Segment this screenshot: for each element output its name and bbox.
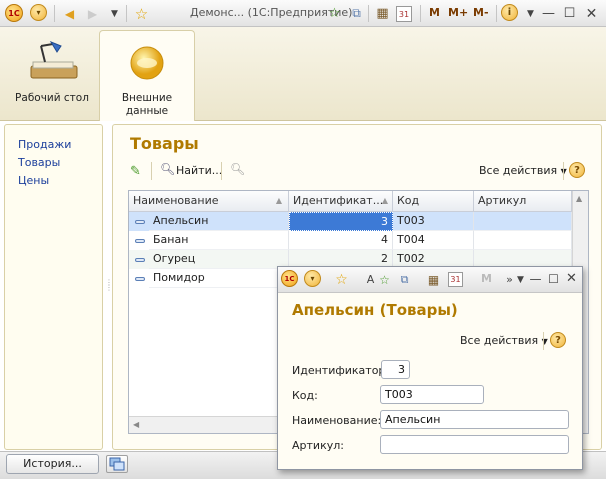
external-data-icon	[130, 46, 164, 80]
back-arrow-icon[interactable]: ◀	[60, 4, 79, 23]
cell-id[interactable]: 3	[289, 212, 393, 231]
link-icon[interactable]: ⧉	[347, 4, 366, 23]
left-navigation-panel: Продажи Товары Цены	[4, 124, 103, 450]
calculator-icon[interactable]: ▦	[424, 270, 443, 289]
history-dropdown-icon[interactable]: ▼	[105, 4, 124, 23]
cancel-search-icon[interactable]: 🔍︎	[230, 162, 245, 176]
forward-arrow-icon[interactable]: ▶	[83, 4, 102, 23]
all-actions-label: Все действия	[479, 164, 558, 177]
minimize-icon[interactable]: —	[526, 269, 545, 288]
cell-code: Т003	[393, 212, 474, 231]
section-external-data-label: Внешние данные	[121, 92, 173, 117]
1c-logo-icon[interactable]: 1С	[281, 270, 298, 287]
minimize-icon[interactable]: —	[539, 4, 558, 23]
code-field[interactable]	[380, 385, 484, 404]
cell-name: Помидор	[149, 269, 289, 288]
memory-m-button[interactable]: M	[429, 6, 440, 19]
section-external-data[interactable]	[128, 44, 168, 84]
favorites-star-icon[interactable]: ☆	[332, 270, 351, 289]
info-icon[interactable]: i	[501, 4, 518, 21]
article-label: Артикул:	[292, 439, 344, 452]
help-icon[interactable]: ?	[569, 162, 585, 178]
history-button[interactable]: История...	[6, 454, 99, 474]
item-form-title: Апельсин (Товары)	[292, 301, 458, 319]
name-field[interactable]	[380, 410, 569, 429]
memory-mminus-button[interactable]: M-	[473, 6, 489, 19]
column-header-id[interactable]: Идентификат... ▲	[289, 191, 393, 212]
item-icon	[135, 277, 145, 281]
sort-icon: ▲	[275, 196, 282, 205]
add-favorite-icon[interactable]: ☆	[375, 270, 394, 289]
form-menu-icon[interactable]: ▾	[304, 270, 321, 287]
id-field[interactable]	[381, 360, 410, 379]
cell-name: Банан	[149, 231, 289, 250]
memory-mplus-button[interactable]: M+	[448, 6, 468, 19]
nav-item-prices[interactable]: Цены	[18, 174, 49, 187]
form-all-actions-label: Все действия	[460, 334, 539, 347]
item-icon	[135, 258, 145, 262]
cell-code: Т004	[393, 231, 474, 250]
nav-item-sales[interactable]: Продажи	[18, 138, 71, 151]
edit-pencil-icon[interactable]: ✎	[130, 164, 141, 179]
cell-article	[474, 231, 572, 250]
favorites-star-icon[interactable]: ☆	[132, 4, 151, 23]
maximize-icon[interactable]: ☐	[544, 269, 563, 288]
cell-id: 4	[289, 231, 393, 250]
desk-lamp-icon	[30, 40, 78, 79]
code-label: Код:	[292, 389, 318, 402]
cell-name: Апельсин	[149, 212, 289, 231]
name-label: Наименование:	[292, 414, 382, 427]
section-desktop[interactable]	[27, 40, 83, 84]
windows-list-button[interactable]	[106, 455, 128, 473]
nav-item-products[interactable]: Товары	[18, 156, 60, 169]
page-title: Товары	[130, 134, 199, 153]
column-header-article[interactable]: Артикул	[474, 191, 572, 212]
info-dropdown-icon[interactable]: ▼	[521, 4, 540, 23]
calendar-icon[interactable]: 31	[448, 272, 463, 287]
cell-article	[474, 212, 572, 231]
close-icon[interactable]: ✕	[582, 4, 601, 23]
main-menu-icon[interactable]: ▾	[30, 4, 47, 21]
scroll-up-icon[interactable]: ▲	[576, 194, 582, 203]
panel-splitter[interactable]: ⋮ ⋮	[103, 124, 113, 450]
memory-m-button[interactable]: M	[481, 272, 492, 285]
windows-icon	[109, 457, 125, 471]
link-icon[interactable]: ⧉	[395, 270, 414, 289]
column-header-code[interactable]: Код	[393, 191, 474, 212]
all-actions-menu[interactable]: Все действия ▼	[479, 164, 567, 177]
section-desktop-label: Рабочий стол	[15, 92, 89, 104]
item-form-titlebar: 1С ▾ ☆ A ☆ ⧉ ▦ 31 M » ▼ — ☐ ✕	[278, 267, 582, 293]
1c-logo-icon[interactable]: 1С	[5, 4, 23, 22]
maximize-icon[interactable]: ☐	[560, 4, 579, 23]
find-button[interactable]: Найти...	[176, 164, 222, 177]
add-favorite-icon[interactable]: ☆	[325, 4, 344, 23]
find-magnifier-icon[interactable]: 🔍︎	[160, 162, 175, 176]
item-icon	[135, 239, 145, 243]
id-label: Идентификатор:	[292, 364, 390, 377]
close-icon[interactable]: ✕	[562, 269, 581, 288]
calendar-icon[interactable]: 31	[396, 6, 412, 22]
column-header-name[interactable]: Наименование ▲	[129, 191, 289, 212]
form-help-icon[interactable]: ?	[550, 332, 566, 348]
item-icon	[135, 220, 145, 224]
form-all-actions-menu[interactable]: Все действия ▼	[460, 334, 548, 347]
main-titlebar: 1С ▾ ◀ ▶ ▼ ☆ Демонс... (1С:Предприятие) …	[0, 0, 606, 27]
article-field[interactable]	[380, 435, 569, 454]
cell-name: Огурец	[149, 250, 289, 269]
section-panel	[0, 27, 606, 121]
scroll-left-icon[interactable]: ◀	[133, 420, 139, 429]
sort-icon: ▲	[381, 196, 388, 205]
calculator-icon[interactable]: ▦	[373, 4, 392, 23]
